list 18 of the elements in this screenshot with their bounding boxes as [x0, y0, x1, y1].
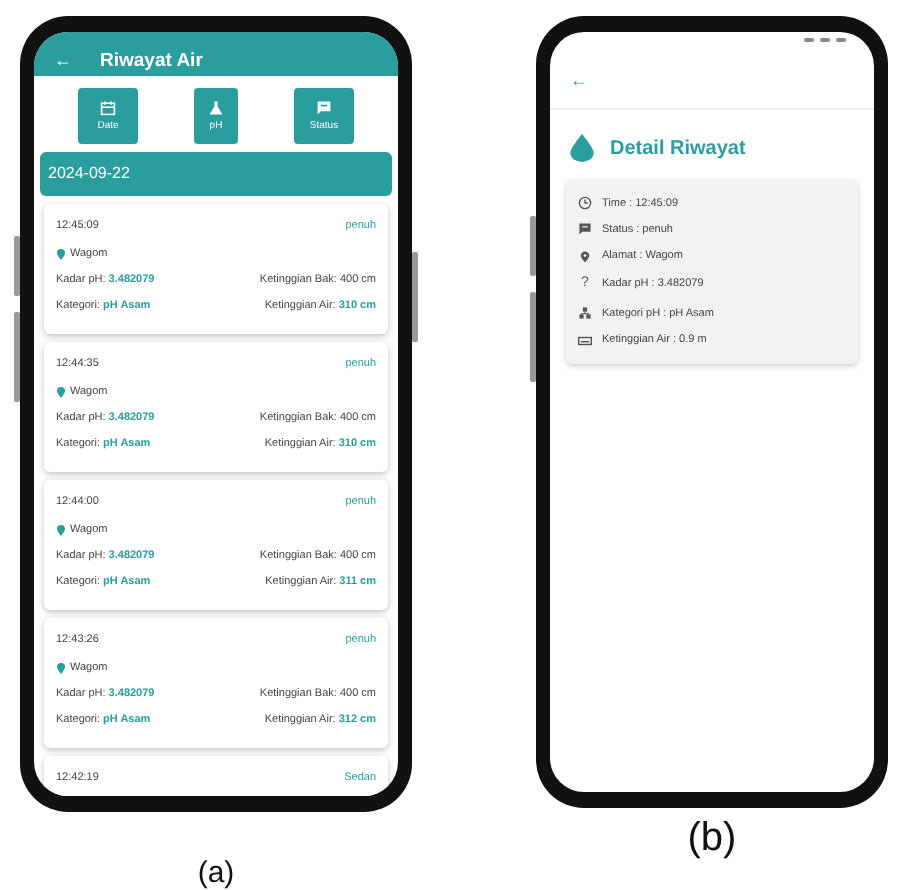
keyboard-icon [578, 333, 592, 348]
figure-caption: (b) [687, 816, 737, 860]
pin-icon [56, 247, 66, 260]
pin-icon [56, 385, 66, 398]
pin-icon [578, 249, 592, 264]
water-drop-icon [570, 134, 594, 162]
figure-caption: (a) [197, 854, 235, 890]
pin-icon [56, 661, 66, 674]
date-header: 2024-09-22 [40, 152, 392, 197]
pin-icon [56, 523, 66, 536]
screen-title: Detail Riwayat [610, 135, 746, 163]
clock-icon [578, 196, 592, 211]
flask-icon [208, 99, 224, 115]
message-icon [316, 99, 332, 115]
hierarchy-icon [578, 306, 592, 321]
screen-title: Riwayat Air [100, 48, 203, 76]
message-icon [578, 222, 592, 237]
calendar-icon [100, 99, 116, 115]
